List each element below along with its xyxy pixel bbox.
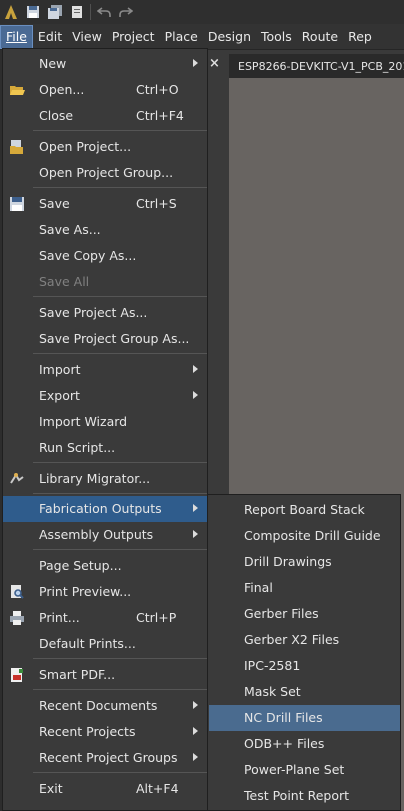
undo-icon[interactable] bbox=[93, 1, 115, 23]
submenu-arrow-icon bbox=[193, 530, 198, 538]
document-tab-label: ESP8266-DEVKITC-V1_PCB_201 bbox=[238, 59, 404, 73]
submenu-item-mask-set[interactable]: Mask Set bbox=[209, 679, 400, 705]
menu-item-export[interactable]: Export bbox=[3, 383, 207, 409]
menu-item-open-project[interactable]: Open Project... bbox=[3, 134, 207, 160]
menu-item-print-preview[interactable]: Print Preview... bbox=[3, 579, 207, 605]
menu-item-recent-projects[interactable]: Recent Projects bbox=[3, 719, 207, 745]
app-logo-icon[interactable] bbox=[0, 1, 22, 23]
menu-item-close[interactable]: Close Ctrl+F4 bbox=[3, 103, 207, 129]
altium-window: File Edit View Project Place Design Tool… bbox=[0, 0, 404, 811]
close-panel-icon[interactable]: × bbox=[209, 57, 221, 71]
menu-reports[interactable]: Rep bbox=[343, 25, 377, 49]
save-icon bbox=[9, 196, 25, 212]
submenu-item-drill-drawings[interactable]: Drill Drawings bbox=[209, 549, 400, 575]
menu-project[interactable]: Project bbox=[107, 25, 160, 49]
menu-item-save-as[interactable]: Save As... bbox=[3, 217, 207, 243]
submenu-arrow-icon bbox=[193, 391, 198, 399]
submenu-item-gerber-x2-files[interactable]: Gerber X2 Files bbox=[209, 627, 400, 653]
submenu-item-nc-drill-files[interactable]: NC Drill Files bbox=[209, 705, 400, 731]
menu-separator bbox=[33, 549, 207, 550]
menu-separator bbox=[33, 187, 207, 188]
submenu-arrow-icon bbox=[193, 59, 198, 67]
print-preview-icon bbox=[9, 584, 25, 600]
save-icon[interactable] bbox=[22, 1, 44, 23]
menu-separator bbox=[33, 658, 207, 659]
menu-item-save-copy-as[interactable]: Save Copy As... bbox=[3, 243, 207, 269]
menu-edit[interactable]: Edit bbox=[33, 25, 67, 49]
submenu-arrow-icon bbox=[193, 504, 198, 512]
file-menu: New Open... Ctrl+O Close Ctrl+F4 Open Pr… bbox=[2, 48, 208, 811]
menu-item-open[interactable]: Open... Ctrl+O bbox=[3, 77, 207, 103]
menu-item-assembly-outputs[interactable]: Assembly Outputs bbox=[3, 522, 207, 548]
menu-item-fabrication-outputs[interactable]: Fabrication Outputs bbox=[3, 496, 207, 522]
menu-item-print[interactable]: Print... Ctrl+P bbox=[3, 605, 207, 631]
submenu-item-composite-drill-guide[interactable]: Composite Drill Guide bbox=[209, 523, 400, 549]
menu-tools[interactable]: Tools bbox=[256, 25, 297, 49]
menu-place[interactable]: Place bbox=[160, 25, 203, 49]
menu-item-save[interactable]: Save Ctrl+S bbox=[3, 191, 207, 217]
menu-item-new[interactable]: New bbox=[3, 51, 207, 77]
menu-separator bbox=[33, 130, 207, 131]
submenu-arrow-icon bbox=[193, 365, 198, 373]
menu-item-page-setup[interactable]: Page Setup... bbox=[3, 553, 207, 579]
menu-separator bbox=[33, 689, 207, 690]
menu-route[interactable]: Route bbox=[297, 25, 343, 49]
menu-file[interactable]: File bbox=[0, 24, 33, 49]
quick-access-toolbar bbox=[0, 0, 404, 24]
menu-item-recent-project-groups[interactable]: Recent Project Groups bbox=[3, 745, 207, 771]
menu-item-import-wizard[interactable]: Import Wizard bbox=[3, 409, 207, 435]
submenu-arrow-icon bbox=[193, 727, 198, 735]
menu-separator bbox=[33, 296, 207, 297]
fabrication-outputs-submenu: Report Board Stack Composite Drill Guide… bbox=[207, 494, 401, 811]
menu-item-save-all: Save All bbox=[39, 274, 90, 289]
submenu-item-test-point-report[interactable]: Test Point Report bbox=[209, 783, 400, 809]
menu-item-import[interactable]: Import bbox=[3, 357, 207, 383]
submenu-arrow-icon bbox=[193, 701, 198, 709]
submenu-item-power-plane-set[interactable]: Power-Plane Set bbox=[209, 757, 400, 783]
menu-item-open-project-group[interactable]: Open Project Group... bbox=[3, 160, 207, 186]
menu-bar: File Edit View Project Place Design Tool… bbox=[0, 24, 404, 50]
menu-item-library-migrator[interactable]: Library Migrator... bbox=[3, 466, 207, 492]
submenu-arrow-icon bbox=[193, 753, 198, 761]
menu-separator bbox=[33, 353, 207, 354]
save-all-icon[interactable] bbox=[44, 1, 66, 23]
menu-separator bbox=[33, 493, 207, 494]
printer-icon bbox=[9, 610, 25, 626]
menu-item-save-project-as[interactable]: Save Project As... bbox=[3, 300, 207, 326]
menu-item-recent-documents[interactable]: Recent Documents bbox=[3, 693, 207, 719]
open-document-icon[interactable] bbox=[66, 1, 88, 23]
open-folder-icon bbox=[9, 82, 25, 98]
library-migrator-icon bbox=[9, 471, 25, 487]
menu-item-smart-pdf[interactable]: Smart PDF... bbox=[3, 662, 207, 688]
submenu-item-final[interactable]: Final bbox=[209, 575, 400, 601]
menu-design[interactable]: Design bbox=[203, 25, 256, 49]
menu-item-run-script[interactable]: Run Script... bbox=[3, 435, 207, 461]
submenu-item-odb-files[interactable]: ODB++ Files bbox=[209, 731, 400, 757]
smart-pdf-icon bbox=[9, 667, 25, 683]
submenu-item-gerber-files[interactable]: Gerber Files bbox=[209, 601, 400, 627]
menu-view[interactable]: View bbox=[67, 25, 107, 49]
menu-item-save-project-group-as[interactable]: Save Project Group As... bbox=[3, 326, 207, 352]
redo-icon[interactable] bbox=[115, 1, 137, 23]
menu-item-label: New bbox=[39, 56, 67, 71]
menu-separator bbox=[33, 772, 207, 773]
menu-separator bbox=[33, 462, 207, 463]
menu-item-default-prints[interactable]: Default Prints... bbox=[3, 631, 207, 657]
toolbar-separator bbox=[90, 4, 91, 20]
submenu-item-report-board-stack[interactable]: Report Board Stack bbox=[209, 497, 400, 523]
open-project-icon bbox=[9, 139, 25, 155]
submenu-item-ipc-2581[interactable]: IPC-2581 bbox=[209, 653, 400, 679]
menu-item-exit[interactable]: Exit Alt+F4 bbox=[3, 776, 207, 802]
document-tab-pcb[interactable]: ESP8266-DEVKITC-V1_PCB_201 bbox=[229, 54, 404, 78]
